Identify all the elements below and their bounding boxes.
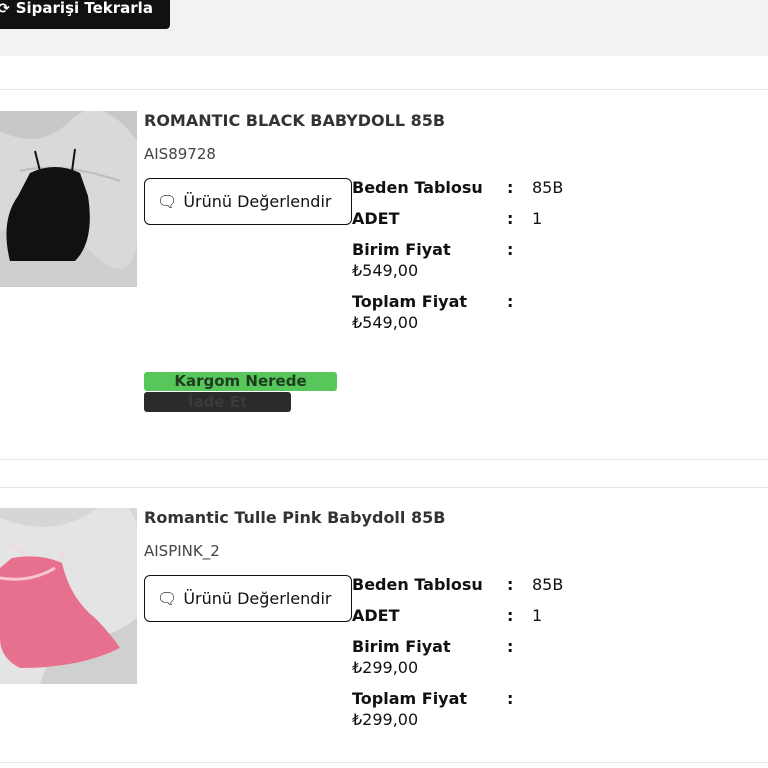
size-label: Beden Tablosu xyxy=(352,178,483,197)
product-sku: AISPINK_2 xyxy=(144,542,220,560)
divider xyxy=(0,487,768,488)
total-price-label: Toplam Fiyat xyxy=(352,689,468,708)
return-item-button[interactable]: İade Et xyxy=(144,392,291,412)
quantity-label: ADET xyxy=(352,606,400,625)
unit-price-label: Birim Fiyat xyxy=(352,240,451,259)
order-header-bar: ⟳ Siparişi Tekrarla xyxy=(0,0,768,56)
product-image[interactable] xyxy=(0,508,137,684)
comment-icon: 🗨 xyxy=(157,589,178,608)
total-price-label: Toplam Fiyat xyxy=(352,292,468,311)
size-value: 85B xyxy=(532,575,564,594)
review-label: Ürünü Değerlendir xyxy=(183,589,332,608)
divider xyxy=(0,459,768,460)
unit-price-value: ₺549,00 xyxy=(352,261,419,280)
product-image[interactable] xyxy=(0,111,137,287)
total-price-value: ₺549,00 xyxy=(352,313,419,332)
quantity-value: 1 xyxy=(532,209,543,228)
repeat-order-label: Siparişi Tekrarla xyxy=(15,0,153,17)
total-price-value: ₺299,00 xyxy=(352,710,419,729)
repeat-order-button[interactable]: ⟳ Siparişi Tekrarla xyxy=(0,0,170,29)
size-value: 85B xyxy=(532,178,564,197)
divider xyxy=(0,762,768,763)
unit-price-label: Birim Fiyat xyxy=(352,637,451,656)
quantity-label: ADET xyxy=(352,209,400,228)
review-product-button[interactable]: 🗨 Ürünü Değerlendir xyxy=(144,178,352,225)
product-details: Beden Tablosu : 85B ADET : 1 Birim Fiyat… xyxy=(352,178,564,332)
product-title[interactable]: Romantic Tulle Pink Babydoll 85B xyxy=(144,508,445,527)
unit-price-value: ₺299,00 xyxy=(352,658,419,677)
review-label: Ürünü Değerlendir xyxy=(183,192,332,211)
track-shipment-button[interactable]: Kargom Nerede xyxy=(144,372,337,391)
product-sku: AIS89728 xyxy=(144,145,216,163)
product-details: Beden Tablosu : 85B ADET : 1 Birim Fiyat… xyxy=(352,575,564,729)
product-title[interactable]: ROMANTIC BLACK BABYDOLL 85B xyxy=(144,111,445,130)
review-product-button[interactable]: 🗨 Ürünü Değerlendir xyxy=(144,575,352,622)
divider xyxy=(0,89,768,90)
quantity-value: 1 xyxy=(532,606,543,625)
comment-icon: 🗨 xyxy=(157,192,178,211)
size-label: Beden Tablosu xyxy=(352,575,483,594)
refresh-icon: ⟳ xyxy=(0,1,10,17)
